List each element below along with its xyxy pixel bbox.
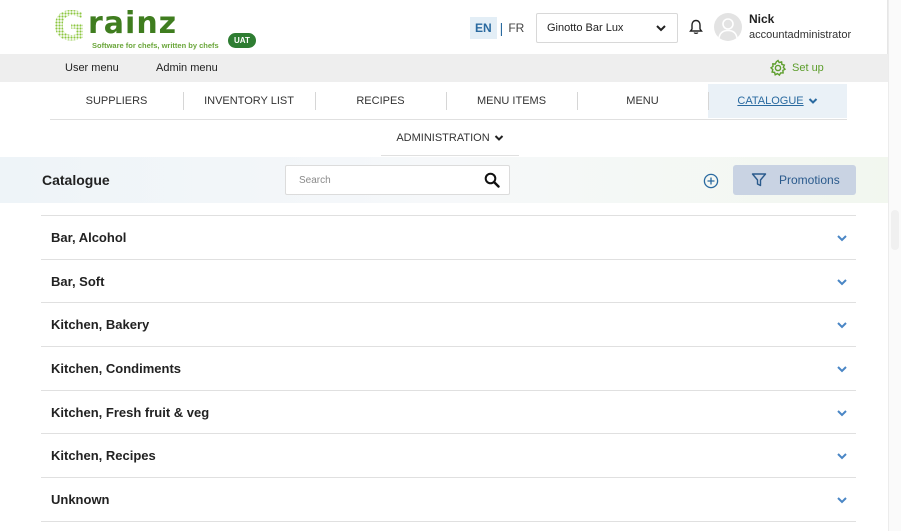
promotions-label: Promotions [779,173,840,187]
svg-text:G: G [53,6,86,46]
search-input[interactable] [286,166,476,194]
lang-separator: | [499,20,504,36]
lang-en-button[interactable]: EN [470,17,497,39]
scrollbar-thumb[interactable] [891,210,899,250]
grainz-logo[interactable]: G rainz Software for chefs, written by c… [52,6,262,50]
list-item[interactable]: Unknown [41,478,856,522]
logo-wordmark: rainz [88,6,178,41]
tab-label: SUPPLIERS [85,95,148,107]
category-label: Bar, Alcohol [51,229,127,245]
chevron-down-icon [837,278,847,286]
tab-suppliers[interactable]: SUPPLIERS [50,84,183,118]
list-item[interactable]: Kitchen, Fresh fruit & veg [41,391,856,435]
search-box [285,165,510,195]
catalogue-category-list: Bar, Alcohol Bar, Soft Kitchen, Bakery K… [41,215,856,522]
administration-menu[interactable]: ADMINISTRATION [381,120,519,156]
page-scrollbar[interactable] [888,0,901,531]
main-nav: SUPPLIERS INVENTORY LIST RECIPES MENU IT… [50,84,847,120]
logo-tagline: Software for chefs, written by chefs [92,41,219,50]
page: G rainz Software for chefs, written by c… [0,0,901,531]
category-label: Kitchen, Recipes [51,448,156,464]
list-item[interactable]: Kitchen, Condiments [41,347,856,391]
lang-fr-button[interactable]: FR [506,17,526,39]
list-item[interactable]: Bar, Soft [41,260,856,304]
secondary-menu-bar: User menu Admin menu Set up [0,54,888,82]
admin-menu-link[interactable]: Admin menu [156,62,218,74]
tab-label: MENU ITEMS [476,95,547,107]
chevron-down-icon [656,25,666,32]
category-label: Kitchen, Condiments [51,360,182,376]
user-name[interactable]: Nick [749,12,774,26]
tab-label: INVENTORY LIST [204,95,294,107]
list-item[interactable]: Kitchen, Recipes [41,434,856,479]
page-title: Catalogue [42,172,110,188]
venue-select[interactable]: Ginotto Bar Lux [536,13,678,43]
list-item[interactable]: Kitchen, Bakery [41,303,856,348]
tab-recipes[interactable]: RECIPES [315,84,446,118]
administration-label: ADMINISTRATION [396,131,490,144]
user-role[interactable]: accountadministrator [749,29,851,41]
category-label: Kitchen, Bakery [51,317,150,333]
tab-inventory-list[interactable]: INVENTORY LIST [183,84,315,118]
tab-label: CATALOGUE [737,95,804,107]
top-header: G rainz Software for chefs, written by c… [0,0,888,54]
chevron-down-icon [837,322,847,329]
category-label: Bar, Soft [51,273,105,289]
catalogue-toolbar: Catalogue Promotions [0,157,888,203]
user-silhouette-icon [718,18,738,39]
venue-select-value: Ginotto Bar Lux [547,22,624,34]
setup-link[interactable]: Set up [769,59,824,77]
category-label: Kitchen, Fresh fruit & veg [51,404,210,420]
logo-g-icon: G [53,6,86,46]
chevron-down-icon [808,98,817,104]
add-circle-icon[interactable] [703,173,719,189]
category-label: Unknown [51,491,110,507]
chevron-down-icon [494,134,503,141]
tab-menu-items[interactable]: MENU ITEMS [446,84,577,118]
gear-icon [769,59,787,77]
chevron-down-icon [837,453,847,460]
promotions-button[interactable]: Promotions [733,165,856,195]
filter-icon [751,173,767,187]
avatar[interactable] [714,13,742,41]
tab-menu[interactable]: MENU [577,84,708,118]
chevron-down-icon [837,410,847,417]
chevron-down-icon [837,366,847,373]
tab-catalogue[interactable]: CATALOGUE [708,84,847,118]
search-icon[interactable] [484,172,500,188]
list-item[interactable]: Bar, Alcohol [41,216,856,260]
setup-label: Set up [792,62,824,74]
tab-label: MENU [626,95,659,107]
user-menu-link[interactable]: User menu [65,62,119,74]
tab-label: RECIPES [356,95,405,107]
chevron-down-icon [837,497,847,504]
bell-icon[interactable] [689,19,703,35]
language-switcher: EN | FR [470,16,526,40]
env-badge: UAT [228,33,256,48]
chevron-down-icon [837,235,847,242]
